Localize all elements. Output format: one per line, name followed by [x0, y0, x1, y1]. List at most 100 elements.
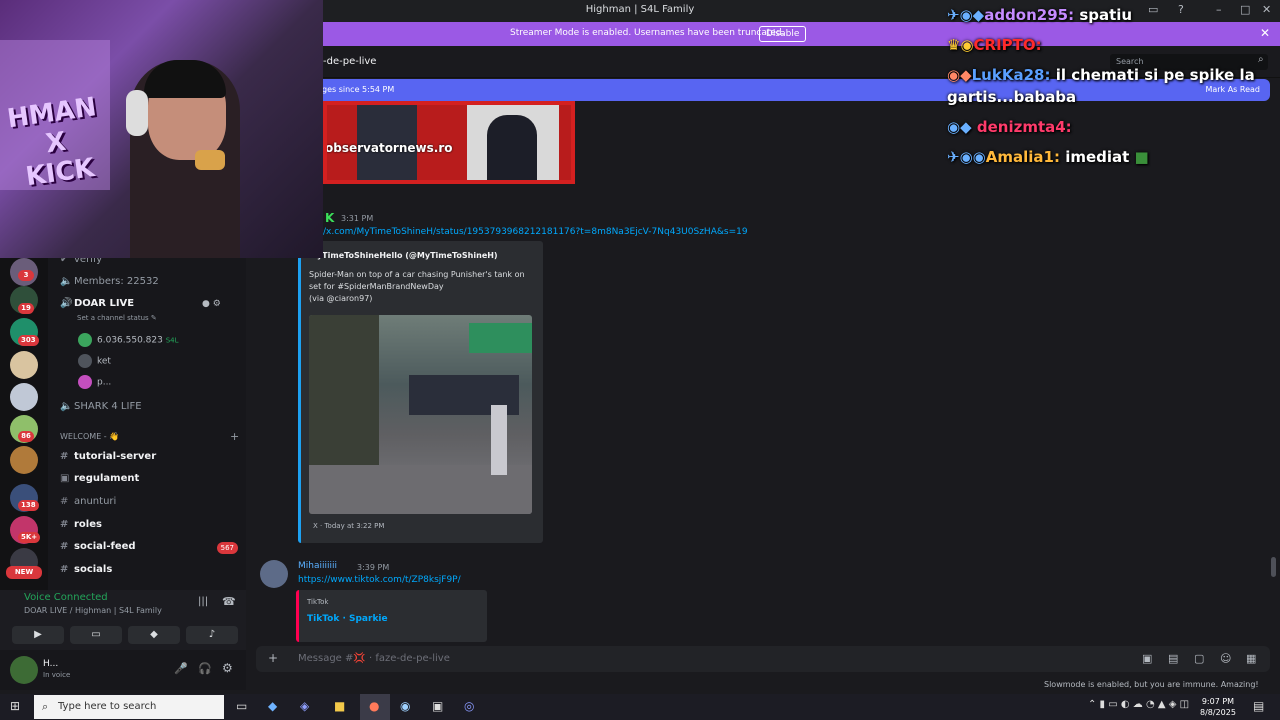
- app-icon[interactable]: ◆: [268, 699, 277, 713]
- user-panel: H... In voice 🎤 🎧 ⚙: [0, 650, 246, 690]
- username: H...: [43, 659, 59, 669]
- activities-icon[interactable]: ▦: [1246, 652, 1256, 665]
- chat-icon[interactable]: ● ⚙: [202, 299, 221, 309]
- megaphone-icon: #: [60, 496, 69, 507]
- voice-panel: Voice Connected DOAR LIVE / Highman | S4…: [0, 590, 246, 650]
- add-channel-button[interactable]: +: [230, 430, 239, 443]
- voice-channel-doar-live[interactable]: 🔊 DOAR LIVE: [60, 298, 134, 309]
- overlay-chat-line: ♛◉CRIPTO:: [947, 36, 1042, 54]
- maximize-button[interactable]: □: [1240, 3, 1250, 16]
- channel-name: -de-pe-live: [323, 56, 377, 67]
- embed-title[interactable]: TikTok · Sparkie: [307, 614, 388, 624]
- voice-channel-info[interactable]: DOAR LIVE / Highman | S4L Family: [24, 606, 162, 615]
- search-icon: ⌕: [1258, 54, 1264, 65]
- voice-status: Voice Connected: [24, 592, 108, 603]
- settings-gear-icon[interactable]: ⚙: [222, 661, 233, 675]
- member-count-channel[interactable]: 🔈 Members: 22532: [60, 276, 159, 287]
- video-button[interactable]: ▶: [12, 626, 64, 644]
- category-welcome[interactable]: WELCOME - 👋: [60, 432, 119, 441]
- streamer-mode-banner: Streamer Mode is enabled. Usernames have…: [323, 22, 1280, 46]
- start-icon[interactable]: ⊞: [10, 699, 20, 713]
- server-badge: 138: [18, 500, 39, 511]
- taskbar-search[interactable]: Type here to search: [34, 695, 224, 719]
- voice-user[interactable]: 6.036.550.823 S4L: [78, 333, 179, 347]
- tweet-text: Spider-Man on top of a car chasing Punis…: [309, 270, 525, 303]
- rules-icon: ▣: [60, 473, 70, 484]
- channel-socials[interactable]: # socials: [60, 564, 112, 575]
- app-icon[interactable]: ▣: [432, 699, 443, 713]
- hash-icon: #: [60, 519, 69, 530]
- tweet-image[interactable]: [309, 315, 532, 514]
- message-author[interactable]: Mihaiiiiiii: [298, 561, 337, 571]
- clock[interactable]: 9:07 PM 8/8/2025: [1200, 696, 1236, 718]
- headphones-icon[interactable]: 🎧: [198, 662, 212, 675]
- message-input[interactable]: Message #💢 · faze-de-pe-live: [298, 653, 450, 664]
- message-composer[interactable]: + Message #💢 · faze-de-pe-live ▣ ▤ ▢ ☺ ▦: [256, 646, 1270, 672]
- channel-anunturi[interactable]: # anunturi: [60, 496, 116, 507]
- signal-icon[interactable]: |||: [198, 596, 208, 607]
- news-source-label: observatornews.ro: [325, 141, 453, 155]
- message-timestamp: 3:39 PM: [357, 563, 390, 572]
- user-status: In voice: [43, 671, 71, 679]
- copilot-icon[interactable]: ◈: [300, 699, 309, 713]
- disconnect-icon[interactable]: ☎: [222, 595, 236, 608]
- new-messages-label: ges since 5:54 PM: [322, 85, 395, 94]
- tweet-author[interactable]: MyTimeToShineHello (@MyTimeToShineH): [309, 251, 498, 260]
- overlay-chat-line: ◉◆LukKa28: il chemati si pe spike la: [947, 66, 1255, 84]
- microphone-icon[interactable]: 🎤: [174, 662, 188, 675]
- steam-icon[interactable]: ◉: [400, 699, 410, 713]
- server-icon[interactable]: [10, 446, 38, 474]
- help-icon[interactable]: ?: [1178, 3, 1184, 16]
- emoji-icon[interactable]: ☺: [1220, 652, 1231, 665]
- inbox-icon[interactable]: ▭: [1148, 3, 1158, 16]
- new-servers-badge[interactable]: NEW: [6, 566, 42, 579]
- tray-icons[interactable]: ⌃ ▮ ▭ ◐ ☁ ◔ ▲ ◈ ◫: [1088, 699, 1189, 710]
- screenshare-button[interactable]: ▭: [70, 626, 122, 644]
- server-icon[interactable]: [10, 383, 38, 411]
- avatar[interactable]: [10, 656, 38, 684]
- close-button[interactable]: ✕: [1262, 3, 1271, 16]
- mark-as-read-button[interactable]: Mark As Read: [1205, 85, 1260, 94]
- server-icon[interactable]: [10, 351, 38, 379]
- channel-roles[interactable]: # roles: [60, 519, 102, 530]
- chat-scrollbar[interactable]: [1271, 557, 1276, 577]
- message-link[interactable]: /x.com/MyTimeToShineH/status/19537939682…: [323, 227, 748, 237]
- cam-logo-text: HMAN X KICK: [5, 92, 99, 193]
- search-icon: ⌕: [42, 700, 49, 713]
- news-image[interactable]: observatornews.ro: [323, 101, 575, 184]
- folder-icon[interactable]: ■: [334, 699, 345, 713]
- soundboard-button[interactable]: ♪: [186, 626, 238, 644]
- tweet-footer: X · Today at 3:22 PM: [313, 522, 385, 530]
- disable-streamer-mode-button[interactable]: Disable: [759, 26, 807, 42]
- channel-regulament[interactable]: ▣ regulament: [60, 473, 139, 484]
- minimize-button[interactable]: –: [1216, 3, 1222, 16]
- webcam-overlay: HMAN X KICK: [0, 0, 323, 258]
- voice-user[interactable]: p...: [78, 375, 111, 389]
- task-view-icon[interactable]: ▭: [236, 699, 247, 713]
- activity-button[interactable]: ◆: [128, 626, 180, 644]
- attach-button[interactable]: +: [268, 651, 278, 665]
- avatar[interactable]: [260, 560, 288, 588]
- active-app[interactable]: ●: [360, 694, 390, 720]
- message-link[interactable]: https://www.tiktok.com/t/ZP8ksjF9P/: [298, 575, 461, 585]
- voice-channel-shark[interactable]: 🔈 SHARK 4 LIFE: [60, 401, 142, 412]
- overlay-chat-line: ◉◆ denizmta4:: [947, 118, 1072, 136]
- gif-icon[interactable]: ▤: [1168, 652, 1178, 665]
- channel-social-feed[interactable]: # social-feed: [60, 541, 136, 552]
- speaker-icon: 🔊: [60, 298, 73, 309]
- banner-close-icon[interactable]: ✕: [1260, 26, 1270, 40]
- megaphone-icon: #: [60, 541, 69, 552]
- speaker-icon: 🔈: [60, 276, 73, 287]
- sticker-icon[interactable]: ▢: [1194, 652, 1204, 665]
- channel-status[interactable]: Set a channel status ✎: [77, 314, 157, 322]
- notifications-icon[interactable]: ▤: [1253, 699, 1264, 713]
- chat-area: observatornews.ro K 3:31 PM /x.com/MyTim…: [246, 101, 1280, 645]
- tweet-embed: MyTimeToShineHello (@MyTimeToShineH) Spi…: [298, 241, 543, 543]
- gift-icon[interactable]: ▣: [1142, 652, 1152, 665]
- discord-icon[interactable]: ◎: [464, 699, 474, 713]
- channel-tutorial-server[interactable]: # tutorial-server: [60, 451, 156, 462]
- overlay-chat-line: ✈◉◆addon295: spatiu: [947, 6, 1133, 24]
- tiktok-embed: TikTok TikTok · Sparkie: [296, 590, 487, 642]
- voice-user[interactable]: ket: [78, 354, 111, 368]
- unread-badge: 567: [216, 542, 238, 554]
